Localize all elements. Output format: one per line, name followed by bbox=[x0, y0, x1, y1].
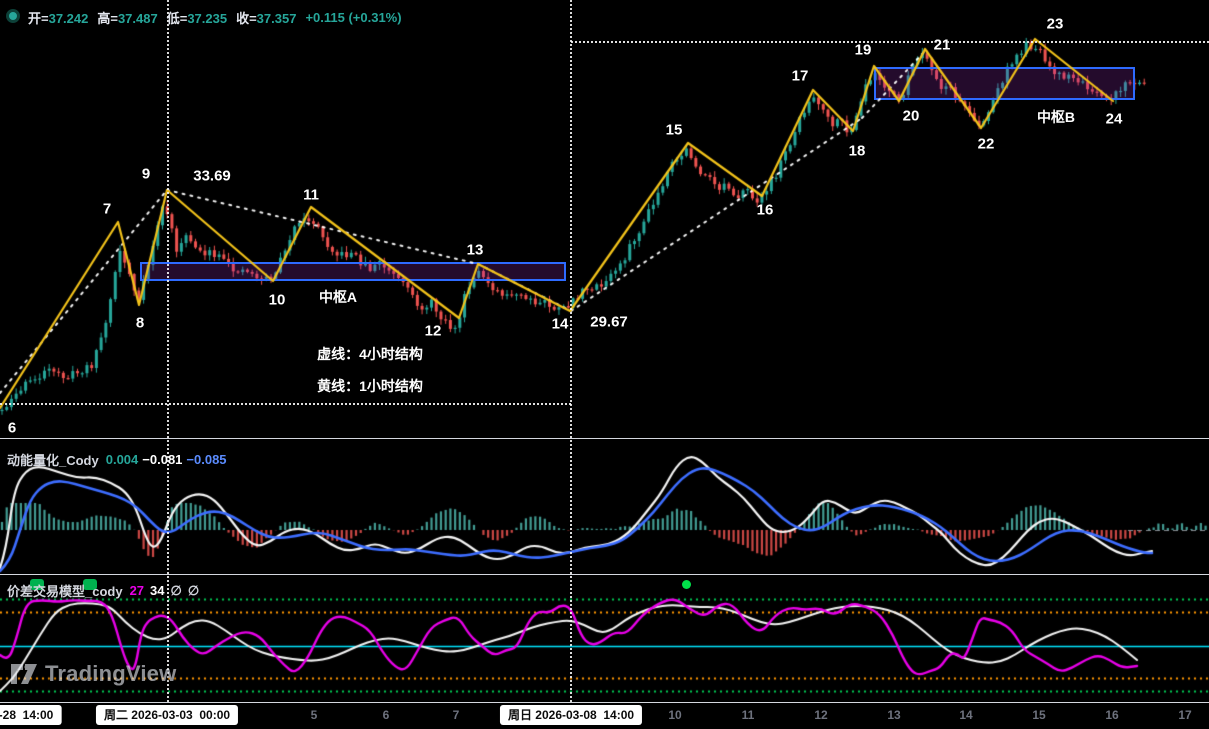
tradingview-chart-window: 开=37.242 高=37.487 低=37.235 收=37.357 +0.115 … bbox=[0, 0, 1209, 729]
pivot-label-19: 19 bbox=[854, 41, 872, 59]
pivot-label-33.69: 33.69 bbox=[193, 167, 231, 185]
main-chart-canvas[interactable] bbox=[0, 0, 1209, 729]
structure-legend-1: 虚线：4小时结构 bbox=[317, 346, 423, 362]
zhongshu-box-b[interactable] bbox=[874, 67, 1135, 100]
momentum-indicator-title[interactable]: 动能量化_Cody bbox=[7, 450, 99, 469]
panel-separator bbox=[0, 574, 1209, 575]
pivot-label-8: 8 bbox=[135, 314, 145, 332]
momentum-value: −0.081 bbox=[142, 452, 183, 467]
ohlc-values: 开=37.242 高=37.487 低=37.235 收=37.357 bbox=[28, 8, 305, 27]
model-indicator-title[interactable]: 价差交易模型_cody bbox=[7, 581, 123, 600]
pivot-label-23: 23 bbox=[1046, 15, 1064, 33]
pivot-label-10: 10 bbox=[268, 291, 286, 309]
pivot-label-22: 22 bbox=[977, 135, 995, 153]
pivot-label-24: 24 bbox=[1105, 110, 1123, 128]
series-marker-icon bbox=[6, 9, 20, 23]
ohlc-value: 37.235 bbox=[187, 11, 228, 26]
panel-separator bbox=[0, 438, 1209, 439]
ohlc-value: 37.357 bbox=[256, 11, 297, 26]
pivot-label-15: 15 bbox=[665, 121, 683, 139]
pivot-label-12: 12 bbox=[424, 322, 442, 340]
model-value: 27 bbox=[129, 582, 145, 598]
model-value: ∅ bbox=[170, 582, 182, 598]
ohlc-label: 开= bbox=[28, 11, 49, 26]
pivot-label-21: 21 bbox=[933, 36, 951, 54]
model-indicator-values: 27 34 ∅ ∅ bbox=[130, 583, 206, 599]
time-tick-6[interactable]: 6 bbox=[383, 708, 390, 722]
time-tick-13[interactable]: 13 bbox=[887, 708, 900, 722]
time-marker-label: -28 14:00 bbox=[0, 705, 62, 725]
pivot-label-11: 11 bbox=[303, 186, 319, 204]
time-marker-dotted-line bbox=[570, 0, 572, 702]
ohlc-label: 低= bbox=[166, 11, 188, 26]
zhongshu-label: 中枢B bbox=[1036, 109, 1076, 125]
time-tick-10[interactable]: 10 bbox=[668, 708, 681, 722]
ohlc-value: 37.242 bbox=[48, 11, 89, 26]
time-tick-17[interactable]: 17 bbox=[1178, 708, 1191, 722]
pivot-label-18: 18 bbox=[848, 142, 866, 160]
pivot-label-14: 14 bbox=[551, 315, 569, 333]
buy-signal-dot bbox=[682, 580, 691, 589]
time-tick-11[interactable]: 11 bbox=[742, 708, 755, 722]
pivot-label-16: 16 bbox=[756, 201, 774, 219]
pivot-label-20: 20 bbox=[902, 107, 920, 125]
time-tick-7[interactable]: 7 bbox=[453, 708, 460, 722]
tradingview-logo-icon bbox=[11, 664, 37, 684]
model-value: 34 bbox=[150, 582, 165, 598]
ohlc-label: 高= bbox=[97, 11, 118, 26]
price-change: +0.115 (+0.31%) bbox=[305, 10, 402, 25]
ohlc-legend[interactable]: 开=37.242 高=37.487 低=37.235 收=37.357 +0.115 … bbox=[28, 8, 402, 27]
price-level-dotted-line bbox=[0, 403, 571, 405]
time-tick-12[interactable]: 12 bbox=[814, 708, 827, 722]
zhongshu-label: 中枢A bbox=[318, 289, 358, 305]
pivot-label-17: 17 bbox=[791, 67, 809, 85]
model-indicator-header[interactable]: 价差交易模型_cody 27 34 ∅ ∅ bbox=[7, 581, 205, 600]
momentum-indicator-values: 0.004 −0.081 −0.085 bbox=[106, 452, 231, 467]
momentum-indicator-header[interactable]: 动能量化_Cody 0.004 −0.081 −0.085 bbox=[7, 450, 231, 469]
momentum-value: −0.085 bbox=[186, 452, 227, 467]
ohlc-label: 收= bbox=[236, 11, 257, 26]
ohlc-value: 37.487 bbox=[117, 11, 158, 26]
tradingview-watermark: TradingView bbox=[10, 661, 176, 687]
pivot-label-7: 7 bbox=[102, 200, 112, 218]
time-tick-15[interactable]: 15 bbox=[1032, 708, 1045, 722]
pivot-label-9: 9 bbox=[141, 165, 151, 183]
structure-legend-2: 黄线：1小时结构 bbox=[317, 378, 423, 394]
time-marker-label: 周二 2026-03-03 00:00 bbox=[95, 705, 239, 725]
time-tick-14[interactable]: 14 bbox=[959, 708, 972, 722]
pivot-label-6: 6 bbox=[7, 419, 17, 437]
time-marker-label: 周日 2026-03-08 14:00 bbox=[499, 705, 643, 725]
pivot-label-13: 13 bbox=[466, 241, 484, 259]
pivot-label-29.67: 29.67 bbox=[590, 313, 628, 331]
time-tick-5[interactable]: 5 bbox=[311, 708, 318, 722]
zhongshu-box-a[interactable] bbox=[140, 262, 566, 281]
momentum-value: 0.004 bbox=[105, 452, 139, 467]
price-level-dotted-line bbox=[571, 41, 1209, 43]
time-tick-16[interactable]: 16 bbox=[1105, 708, 1118, 722]
tradingview-watermark-text: TradingView bbox=[45, 661, 177, 686]
model-value: ∅ bbox=[187, 582, 200, 598]
